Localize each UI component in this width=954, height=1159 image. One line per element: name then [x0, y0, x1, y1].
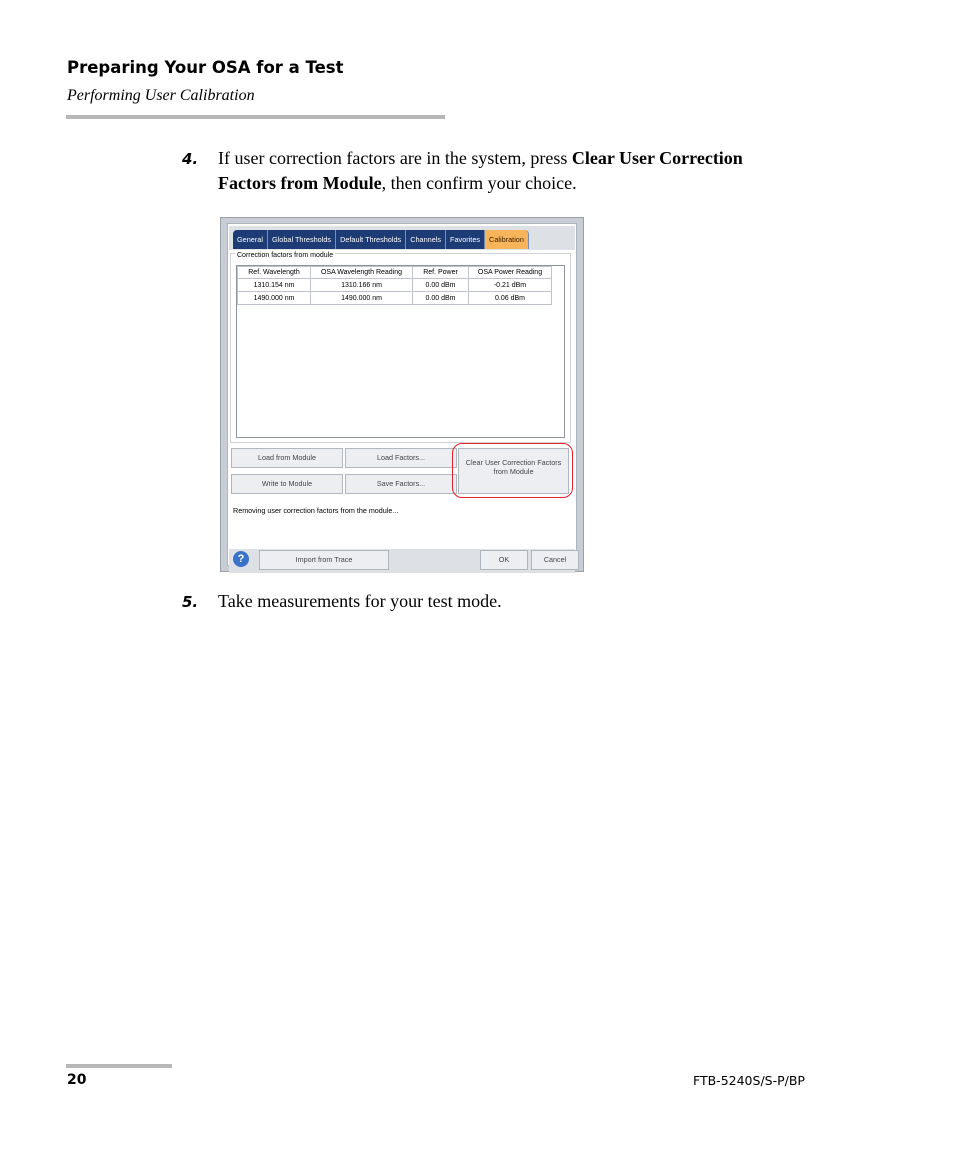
column-header: Ref. Wavelength [237, 266, 311, 279]
column-header: OSA Power Reading [468, 266, 552, 279]
ok-button[interactable]: OK [480, 550, 528, 570]
step-5-text: Take measurements for your test mode. [218, 591, 502, 611]
dialog-window: General Global Thresholds Default Thresh… [227, 223, 579, 573]
import-from-trace-button[interactable]: Import from Trace [259, 550, 389, 570]
tab-list: General Global Thresholds Default Thresh… [233, 230, 529, 249]
calibration-screenshot: General Global Thresholds Default Thresh… [220, 217, 584, 573]
step-5-number: 5. [182, 593, 199, 611]
table-row[interactable]: 1310.154 nm 1310.166 nm 0.00 dBm -0.21 d… [237, 278, 552, 292]
product-name: FTB-5240S/S-P/BP [693, 1073, 805, 1088]
tab-global-thresholds[interactable]: Global Thresholds [267, 230, 337, 249]
highlight-circle [452, 443, 573, 498]
tab-favorites[interactable]: Favorites [446, 230, 486, 249]
save-factors-button[interactable]: Save Factors... [345, 474, 457, 494]
tab-default-thresholds[interactable]: Default Thresholds [336, 230, 407, 249]
table-cell: 1310.154 nm [237, 278, 311, 292]
table-header-row: Ref. Wavelength OSA Wavelength Reading R… [237, 266, 552, 279]
column-header: OSA Wavelength Reading [310, 266, 413, 279]
chapter-title: Preparing Your OSA for a Test [67, 58, 344, 77]
section-subtitle: Performing User Calibration [67, 87, 255, 104]
table-row[interactable]: 1490.000 nm 1490.000 nm 0.00 dBm 0.06 dB… [237, 291, 552, 305]
correction-factors-table: Ref. Wavelength OSA Wavelength Reading R… [236, 265, 565, 438]
page-number: 20 [67, 1072, 87, 1088]
table-cell: 1490.000 nm [237, 291, 311, 305]
step-4-text: If user correction factors are in the sy… [218, 146, 758, 196]
tab-calibration[interactable]: Calibration [485, 230, 529, 249]
table-cell: -0.21 dBm [468, 278, 552, 292]
tab-bar: General Global Thresholds Default Thresh… [229, 226, 575, 250]
table-cell: 1310.166 nm [310, 278, 413, 292]
step-4-text-post: , then confirm your choice. [381, 173, 577, 193]
column-header: Ref. Power [412, 266, 469, 279]
step-4-text-pre: If user correction factors are in the sy… [218, 148, 572, 168]
table-cell: 0.00 dBm [412, 291, 469, 305]
dialog-footer: ? Import from Trace OK Cancel [229, 549, 579, 573]
load-factors-button[interactable]: Load Factors... [345, 448, 457, 468]
group-label: Correction factors from module [235, 252, 336, 259]
tab-channels[interactable]: Channels [406, 230, 447, 249]
footer-rule [66, 1064, 172, 1068]
tab-general[interactable]: General [233, 230, 268, 249]
header-rule [66, 115, 445, 119]
table-cell: 0.00 dBm [412, 278, 469, 292]
help-icon[interactable]: ? [233, 551, 249, 567]
cancel-button[interactable]: Cancel [531, 550, 579, 570]
load-from-module-button[interactable]: Load from Module [231, 448, 343, 468]
table-cell: 0.06 dBm [468, 291, 552, 305]
write-to-module-button[interactable]: Write to Module [231, 474, 343, 494]
table-cell: 1490.000 nm [310, 291, 413, 305]
step-4-number: 4. [182, 150, 199, 168]
status-message: Removing user correction factors from th… [233, 506, 399, 515]
